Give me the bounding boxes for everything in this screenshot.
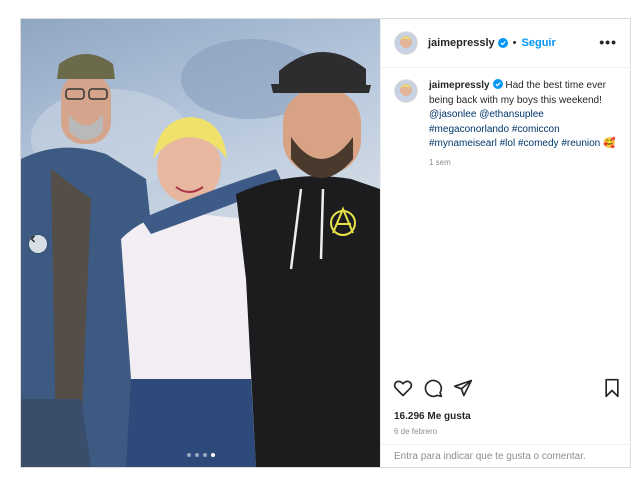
carousel-dots bbox=[21, 453, 380, 457]
mention-link[interactable]: @ethansuplee bbox=[479, 109, 544, 120]
post-header: jaimepressly • Seguir ••• bbox=[381, 19, 631, 68]
carousel-dot bbox=[202, 453, 207, 457]
separator: • bbox=[512, 37, 517, 49]
hashtag-link[interactable]: #comiccon bbox=[512, 124, 560, 135]
hashtag-link[interactable]: #megaconorlando bbox=[429, 124, 509, 135]
caption-username[interactable]: jaimepressly bbox=[429, 80, 490, 91]
comment-prompt: Entra para indicar que te gusta o coment… bbox=[394, 451, 586, 462]
hashtag-link[interactable]: #mynameisearl bbox=[429, 138, 497, 149]
heart-icon[interactable] bbox=[393, 378, 413, 398]
likes-count[interactable]: 16.296 Me gusta bbox=[394, 411, 471, 422]
more-options-icon[interactable]: ••• bbox=[599, 34, 617, 50]
share-icon[interactable] bbox=[453, 378, 473, 398]
verified-badge-icon bbox=[497, 38, 508, 48]
hashtag-link[interactable]: #reunion bbox=[561, 138, 600, 149]
caption-emoji: 🥰 bbox=[603, 138, 616, 149]
avatar-image bbox=[395, 80, 417, 102]
caption-time[interactable]: 1 sem bbox=[429, 158, 619, 167]
comment-prompt-text: para indicar que te gusta o comentar. bbox=[420, 451, 586, 462]
comment-bar: Entra para indicar que te gusta o coment… bbox=[381, 444, 631, 468]
photo-illustration bbox=[21, 39, 380, 467]
post-photo[interactable] bbox=[21, 19, 380, 467]
avatar[interactable] bbox=[394, 79, 418, 103]
caption-text: jaimepressly Had the best time ever bein… bbox=[429, 79, 619, 152]
avatar[interactable] bbox=[394, 31, 418, 55]
follow-button[interactable]: Seguir bbox=[522, 37, 556, 49]
post-sidebar: jaimepressly • Seguir ••• jaimepressly H… bbox=[380, 19, 631, 467]
avatar-image bbox=[395, 32, 417, 54]
author-username[interactable]: jaimepressly bbox=[428, 37, 495, 49]
verified-badge-icon bbox=[492, 79, 503, 89]
carousel-prev-button[interactable] bbox=[29, 235, 47, 253]
login-link[interactable]: Entra bbox=[394, 451, 418, 462]
carousel-dot-active bbox=[210, 453, 215, 457]
mention-link[interactable]: @jasonlee bbox=[429, 109, 476, 120]
caption: jaimepressly Had the best time ever bein… bbox=[394, 79, 619, 167]
post-date: 6 de febrero bbox=[394, 427, 438, 436]
carousel-dot bbox=[186, 453, 191, 457]
instagram-post: jaimepressly • Seguir ••• jaimepressly H… bbox=[20, 18, 631, 468]
bookmark-icon[interactable] bbox=[603, 378, 621, 398]
action-bar bbox=[381, 374, 631, 408]
carousel-prev-icon bbox=[30, 235, 36, 243]
carousel-dot bbox=[194, 453, 199, 457]
comment-icon[interactable] bbox=[423, 378, 443, 398]
hashtag-link[interactable]: #comedy bbox=[518, 138, 559, 149]
hashtag-link[interactable]: #lol bbox=[500, 138, 516, 149]
